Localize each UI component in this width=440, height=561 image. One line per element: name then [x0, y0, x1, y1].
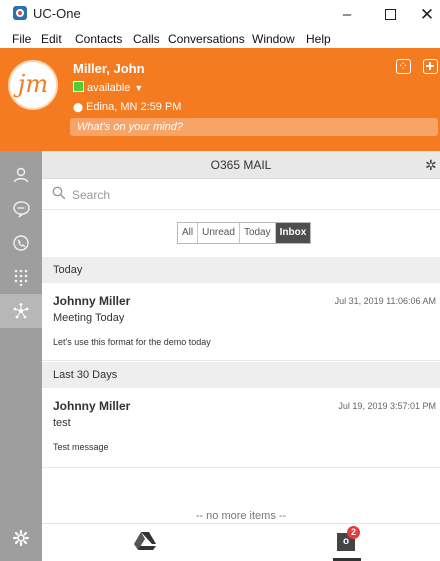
location-pin-icon: ⬤ — [73, 102, 84, 112]
unread-count-badge: 2 — [347, 526, 360, 539]
app-logo-icon — [13, 6, 27, 20]
mail-date: Jul 31, 2019 11:06:06 AM — [334, 296, 436, 306]
menu-edit[interactable]: Edit — [41, 32, 62, 46]
maximize-button[interactable] — [375, 4, 405, 26]
presence-label: available — [87, 82, 131, 94]
call-history-icon[interactable] — [0, 226, 42, 260]
avatar[interactable]: jm — [8, 60, 58, 110]
integrations-icon[interactable] — [0, 294, 42, 328]
search-bar — [42, 180, 440, 210]
minimize-button[interactable]: – — [332, 4, 362, 26]
mail-settings-gear-icon[interactable]: ✲ — [425, 157, 437, 174]
filter-inbox[interactable]: Inbox — [275, 223, 311, 243]
mail-preview: Let's use this format for the demo today — [53, 337, 211, 347]
filter-unread[interactable]: Unread — [198, 223, 240, 243]
mail-sender: Johnny Miller — [53, 399, 131, 413]
mail-header: O365 MAIL ✲ — [42, 151, 440, 179]
add-icon[interactable] — [423, 59, 438, 74]
location-text: Edina, MN 2:59 PM — [86, 101, 182, 113]
section-header-today: Today — [42, 257, 440, 283]
location-time: ⬤ Edina, MN 2:59 PM — [73, 101, 181, 113]
menu-bar: File Edit Contacts Calls Conversations W… — [0, 32, 440, 48]
title-bar: UC-One – ✕ — [0, 0, 440, 32]
mail-subject: Meeting Today — [53, 312, 125, 324]
mail-preview: Test message — [53, 442, 109, 452]
status-message-input[interactable]: What's on your mind? — [70, 118, 438, 136]
presence-selector[interactable]: available ▼ — [73, 81, 143, 94]
mail-filter-tabs: All Unread Today Inbox — [177, 222, 312, 244]
window-title: UC-One — [33, 6, 81, 21]
left-rail — [0, 151, 42, 561]
bottom-app-bar: o 2 — [42, 523, 440, 561]
mail-subject: test — [53, 417, 71, 429]
menu-file[interactable]: File — [12, 32, 31, 46]
search-input[interactable] — [72, 185, 422, 205]
mail-list-item[interactable]: Johnny Miller Jul 31, 2019 11:06:06 AM M… — [42, 283, 440, 361]
profile-header: jm Miller, John available ▼ ⬤ Edina, MN 2:… — [0, 48, 440, 151]
outlook-tab[interactable]: o 2 — [333, 526, 363, 561]
no-more-items-text: -- no more items -- — [195, 510, 287, 522]
search-icon — [52, 186, 66, 205]
menu-window[interactable]: Window — [252, 32, 295, 46]
mail-sender: Johnny Miller — [53, 294, 131, 308]
profile-name: Miller, John — [73, 61, 145, 76]
presence-available-icon — [73, 81, 84, 92]
menu-conversations[interactable]: Conversations — [168, 32, 245, 46]
filter-today[interactable]: Today — [239, 223, 276, 243]
menu-contacts[interactable]: Contacts — [75, 32, 122, 46]
chevron-down-icon: ▼ — [134, 83, 144, 93]
dialpad-icon[interactable] — [396, 57, 411, 75]
close-button[interactable]: ✕ — [412, 4, 440, 26]
google-drive-icon[interactable] — [134, 531, 156, 556]
dialpad-grid-icon[interactable] — [0, 260, 42, 294]
contacts-icon[interactable] — [0, 158, 42, 192]
mail-list-item[interactable]: Johnny Miller Jul 19, 2019 3:57:01 PM te… — [42, 388, 440, 468]
menu-calls[interactable]: Calls — [133, 32, 160, 46]
filter-all[interactable]: All — [178, 223, 199, 243]
settings-gear-icon[interactable] — [0, 529, 42, 555]
chat-icon[interactable] — [0, 192, 42, 226]
mail-title: O365 MAIL — [210, 158, 272, 172]
menu-help[interactable]: Help — [306, 32, 331, 46]
section-header-last-30-days: Last 30 Days — [42, 362, 440, 388]
mail-date: Jul 19, 2019 3:57:01 PM — [338, 401, 436, 411]
